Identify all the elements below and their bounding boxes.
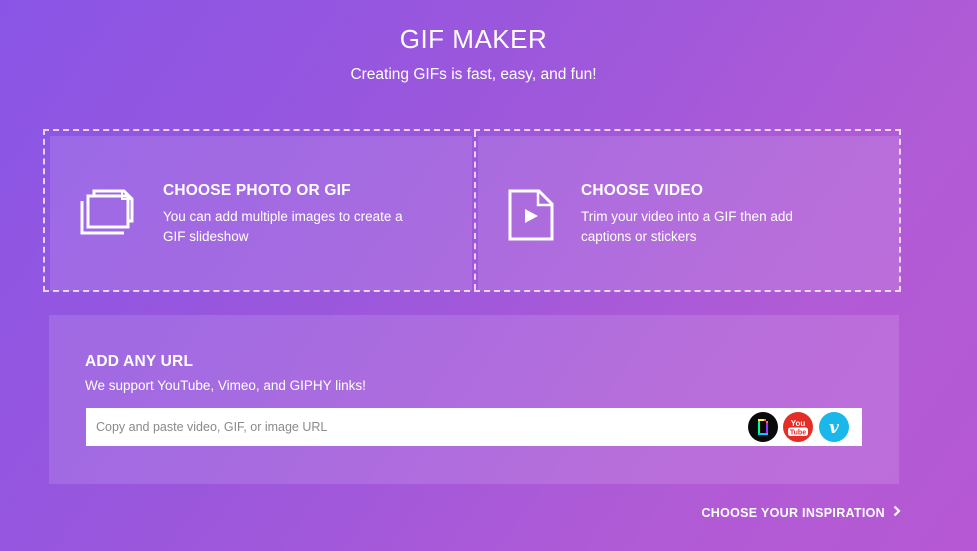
choose-video-heading: CHOOSE VIDEO — [581, 182, 704, 199]
add-url-subheading: We support YouTube, Vimeo, and GIPHY lin… — [85, 378, 366, 393]
url-input-container: You Tube v — [86, 408, 862, 446]
page-title: GIF MAKER — [399, 24, 548, 54]
youtube-icon: You Tube — [783, 412, 813, 442]
page-subtitle: Creating GIFs is fast, easy, and fun! — [350, 66, 597, 83]
choose-video-description: Trim your video into a GIF then add capt… — [581, 209, 793, 244]
url-input[interactable] — [86, 408, 726, 446]
video-file-icon — [508, 189, 554, 246]
choose-inspiration-link[interactable]: CHOOSE YOUR INSPIRATION — [701, 505, 901, 520]
add-url-heading: ADD ANY URL — [85, 353, 194, 370]
tile-divider — [474, 131, 476, 290]
giphy-icon — [748, 412, 778, 442]
vimeo-icon: v — [819, 412, 849, 442]
vimeo-label: v — [829, 418, 840, 438]
youtube-label-top: You — [791, 419, 806, 428]
choose-photo-description: You can add multiple images to create a … — [163, 209, 403, 244]
choose-inspiration-label: CHOOSE YOUR INSPIRATION — [701, 505, 885, 520]
images-stack-icon — [80, 189, 136, 240]
add-url-panel: ADD ANY URL We support YouTube, Vimeo, a… — [49, 315, 899, 484]
youtube-label-bottom: Tube — [790, 429, 806, 436]
choose-video-button[interactable]: CHOOSE VIDEO Trim your video into a GIF … — [478, 136, 900, 291]
choose-photo-button[interactable]: CHOOSE PHOTO OR GIF You can add multiple… — [50, 136, 472, 291]
upload-drop-zone[interactable]: CHOOSE PHOTO OR GIF You can add multiple… — [43, 129, 901, 292]
chevron-right-icon — [893, 505, 901, 520]
choose-photo-heading: CHOOSE PHOTO OR GIF — [163, 182, 351, 199]
